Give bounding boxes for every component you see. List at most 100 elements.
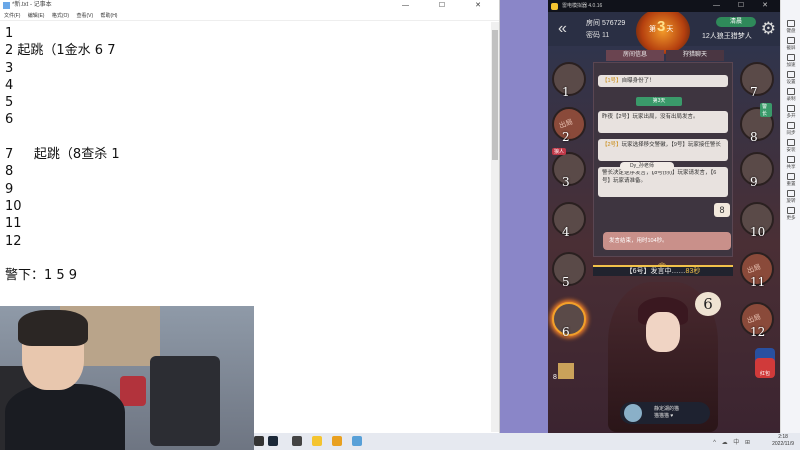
toolbar-icon [787, 105, 795, 112]
taskbar-clock[interactable]: 2:18 2022/11/9 [772, 434, 794, 448]
seat-tag: 警长 [760, 103, 772, 117]
message-item: 【2号】玩家选择移交警徽，【9号】玩家接任警长 [598, 139, 728, 161]
notepad-scrollbar[interactable] [491, 22, 499, 432]
seat-number: 7 [750, 85, 758, 99]
tab-room-info[interactable]: 房间信息 [606, 50, 664, 61]
toolbar-item[interactable]: 旋转 [783, 190, 799, 204]
toolbar-item[interactable]: 更多 [783, 207, 799, 221]
microphone-arm [150, 356, 220, 446]
tab-chat[interactable]: 狩猎聊天 [666, 50, 724, 61]
seat-number: 8 [750, 130, 758, 144]
toolbar-icon [787, 20, 795, 27]
clock-date: 2022/11/9 [772, 441, 794, 447]
clock-time: 2:18 [778, 434, 788, 440]
notepad-text-area[interactable]: 1 2 起跳（1金水 6 734 56 7 起跳（8查杀 1 8 9 10 11 12 警下：1 … [0, 21, 499, 284]
toolbar-label: 录制 [786, 96, 796, 101]
toolbar-icon [787, 122, 795, 129]
notepad-taskbar-icon[interactable] [352, 436, 362, 446]
toolbar-item[interactable]: 共享 [783, 156, 799, 170]
toolbar-icon [787, 71, 795, 78]
player-seat-4[interactable]: 4 [552, 202, 586, 239]
player-seat-2[interactable]: 出局 2 [552, 107, 586, 144]
gear-icon[interactable]: ⚙ [761, 19, 776, 39]
menu-format[interactable]: 格式(O) [52, 13, 69, 19]
emulator-logo-icon [551, 3, 558, 10]
menu-help[interactable]: 帮助(H) [101, 13, 118, 19]
game-screen: « 房间 576729 密码 11 第3天 清晨 12人狼王猎梦人 ⚙ 房间信息… [548, 12, 780, 433]
avatar [624, 404, 642, 422]
message-panel: 【1号】自曝身份了！ 第3天 昨夜【2号】玩家出局，没有出局发言。 【2号】玩家… [593, 62, 733, 257]
notepad-line: 10 [5, 198, 22, 214]
toolbar-item[interactable]: 多开 [783, 105, 799, 119]
toolbar-item[interactable]: 加速 [783, 54, 799, 68]
day-counter: 第3天 [649, 18, 673, 35]
toolbar-item[interactable]: 截屏 [783, 37, 799, 51]
toolbar-icon [787, 173, 795, 180]
notepad-titlebar: *新.txt - 记事本 — ☐ ✕ [0, 0, 499, 11]
toolbar-icon [787, 156, 795, 163]
day-number: 3 [657, 18, 666, 35]
notepad-line: 8 [5, 164, 14, 180]
red-envelope-button[interactable]: 红包 [755, 358, 775, 378]
menu-view[interactable]: 查看(V) [76, 13, 93, 19]
player-seat-6[interactable]: 6 [552, 302, 586, 339]
player-seat-9[interactable]: 9 [740, 152, 774, 189]
emulator-window-buttons[interactable]: — ☐ ✕ [713, 0, 776, 12]
toolbar-item[interactable]: 重置 [783, 173, 799, 187]
message-highlight: 【2号】 [602, 142, 622, 148]
game-mode: 12人狼王猎梦人 [702, 33, 752, 40]
notepad-line: 11 [5, 216, 22, 232]
toolbar-item[interactable]: 安装 [783, 139, 799, 153]
seat-number: 10 [750, 225, 766, 239]
toolbar-label: 加速 [786, 62, 796, 67]
menu-edit[interactable]: 编辑(E) [28, 13, 45, 19]
notepad-line: 9 [5, 181, 14, 197]
message-text: 昨夜【2号】玩家出局，没有出局发言。 [602, 114, 699, 120]
app-icon[interactable] [254, 436, 264, 446]
player-seat-5[interactable]: 5 [552, 252, 586, 289]
toolbar-item[interactable]: 录制 [783, 88, 799, 102]
toolbar-label: 多开 [786, 113, 796, 118]
toolbar-item[interactable]: 键盘 [783, 20, 799, 34]
player-seat-3[interactable]: 3 狼人 [552, 148, 586, 189]
player-seat-11[interactable]: 出局 11 [740, 252, 774, 289]
player-seat-1[interactable]: 1 [552, 62, 586, 99]
notepad-window-buttons[interactable]: — ☐ ✕ [402, 0, 495, 11]
back-icon[interactable]: « [558, 20, 567, 38]
player-seat-10[interactable]: 10 [740, 202, 774, 239]
notepad-line: 警下：1 5 9 [5, 268, 78, 284]
notepad-line: 3 [5, 60, 14, 76]
ldplayer-icon[interactable] [312, 436, 322, 446]
message-item: 昨夜【2号】玩家出局，没有出局发言。 [598, 111, 728, 133]
player-seat-12[interactable]: 出局 12 [740, 302, 774, 339]
player-seat-8[interactable]: 8 警长 [740, 103, 774, 144]
speech-end-message: 发言结束，用时104秒。 [603, 232, 731, 250]
toolbar-label: 截屏 [786, 45, 796, 50]
notepad-line: 1 [5, 26, 14, 41]
seat-number: 9 [750, 175, 758, 189]
toolbar-label: 重置 [786, 181, 796, 186]
steam-icon[interactable] [268, 436, 278, 446]
system-tray[interactable]: ^ ☁ 中 ⊞ [713, 437, 752, 446]
emulator-title: 雷电模拟器 4.0.16 [562, 3, 603, 9]
phase-badge: 清晨 [716, 17, 756, 27]
watching-name: 静定湖的猫 [654, 406, 680, 412]
toolbar-item[interactable]: 设置 [783, 71, 799, 85]
toolbar-icon [787, 88, 795, 95]
notepad-line: 4 [5, 77, 14, 93]
player-seat-7[interactable]: 7 [740, 62, 774, 99]
game-app-icon[interactable] [332, 436, 342, 446]
scroll-thumb[interactable] [492, 30, 498, 160]
toolbar-item[interactable]: 同步 [783, 122, 799, 136]
emulator-toolbar: 键盘截屏加速设置录制多开同步安装共享重置旋转更多 [780, 0, 800, 433]
room-id: 房间 576729 [586, 20, 626, 27]
seat-tag: 狼人 [552, 148, 567, 155]
message-item: 【1号】自曝身份了！ [598, 75, 728, 87]
webcam-feed [0, 306, 254, 450]
spectator-icon[interactable] [558, 363, 574, 379]
notepad-title: *新.txt - 记事本 [12, 2, 52, 8]
seat-number: 6 [562, 325, 570, 339]
clock-app-icon[interactable] [292, 436, 302, 446]
menu-file[interactable]: 文件(F) [4, 13, 20, 19]
watching-user[interactable]: 静定湖的猫 猫猫猫 ♥ [620, 402, 710, 424]
